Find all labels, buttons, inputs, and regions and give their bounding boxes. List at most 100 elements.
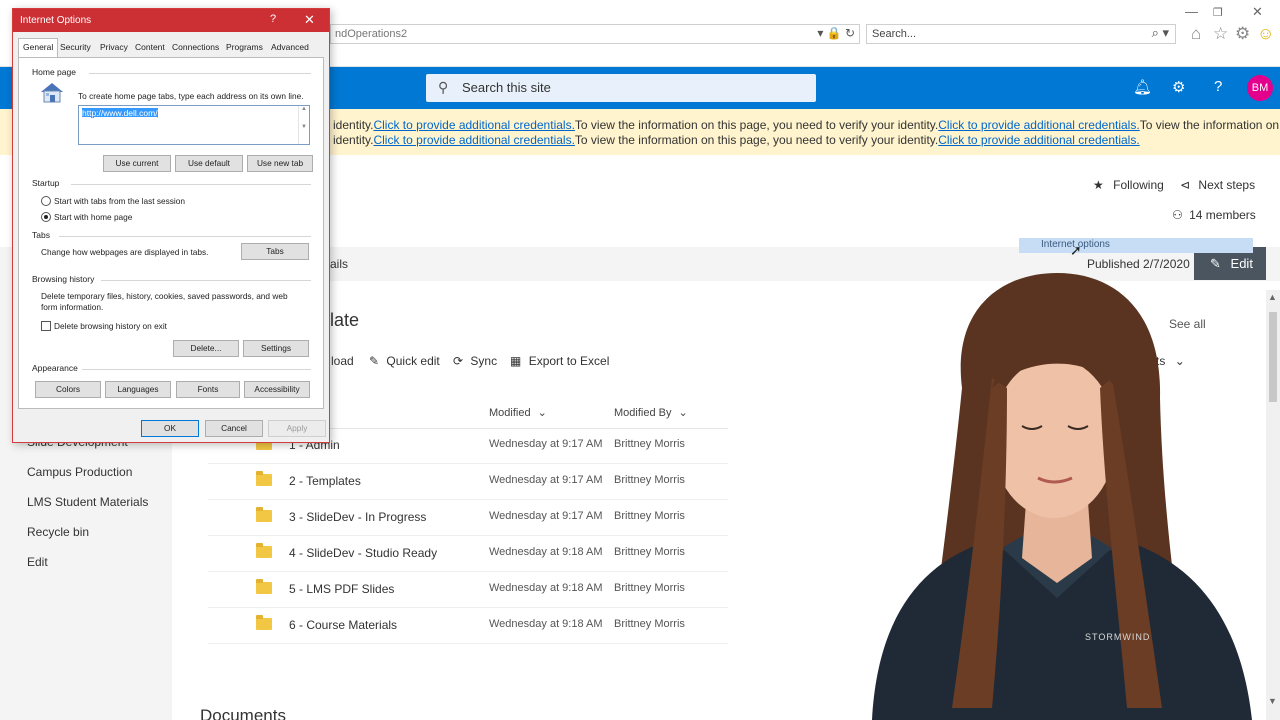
scroll-down-icon[interactable]: ▼: [1268, 696, 1277, 706]
table-row[interactable]: 2 - Templates Wednesday at 9:17 AM Brittne…: [208, 464, 728, 500]
page-scrollbar[interactable]: ▲ ▼: [1266, 290, 1280, 720]
apply-button[interactable]: Apply: [268, 420, 326, 437]
tab-advanced[interactable]: Advanced: [267, 39, 313, 57]
modified-by: Brittney Morris: [614, 438, 685, 450]
column-modified-by-label: Modified By: [614, 407, 672, 419]
upload-command[interactable]: load: [331, 354, 354, 368]
browsing-history-description: Delete temporary files, history, cookies…: [41, 291, 288, 312]
cancel-button[interactable]: Cancel: [205, 420, 263, 437]
divider: [71, 184, 311, 185]
help-icon[interactable]: ?: [270, 13, 276, 25]
column-modified[interactable]: Modified ⌄: [489, 406, 547, 419]
following-button[interactable]: ★ Following: [1093, 178, 1164, 192]
startup-home-page-radio[interactable]: [41, 212, 51, 222]
history-settings-button[interactable]: Settings: [243, 340, 309, 357]
chevron-down-icon: ⌄: [678, 407, 688, 419]
search-icon[interactable]: ⌕ ▾: [1152, 25, 1169, 41]
tab-connections[interactable]: Connections: [168, 39, 223, 57]
folder-name[interactable]: 6 - Course Materials: [289, 618, 397, 632]
person-icon: ⚇: [1172, 208, 1183, 222]
close-window-icon[interactable]: ✕: [1252, 4, 1263, 20]
folder-name[interactable]: 2 - Templates: [289, 474, 361, 488]
avatar[interactable]: BM: [1247, 75, 1273, 101]
scrollbar-thumb[interactable]: [1269, 312, 1277, 402]
home-icon[interactable]: ⌂: [1191, 24, 1201, 44]
tab-content[interactable]: Content: [131, 39, 169, 57]
general-tab-panel: Home page To create home page tabs, type…: [18, 57, 324, 409]
feedback-smiley-icon[interactable]: ☺: [1257, 24, 1274, 44]
browser-search-input[interactable]: Search... ⌕ ▾: [866, 24, 1176, 44]
use-new-tab-button[interactable]: Use new tab: [247, 155, 313, 172]
table-row[interactable]: 3 - SlideDev - In Progress Wednesday at 9…: [208, 500, 728, 536]
nav-item-lms-student-materials[interactable]: LMS Student Materials: [27, 495, 148, 509]
folder-name[interactable]: 3 - SlideDev - In Progress: [289, 510, 426, 524]
dialog-titlebar[interactable]: Internet Options ? ✕: [13, 9, 329, 32]
nav-item-edit[interactable]: Edit: [27, 555, 48, 569]
settings-gear-icon[interactable]: ⚙: [1235, 24, 1250, 44]
table-row[interactable]: 5 - LMS PDF Slides Wednesday at 9:18 AM Br…: [208, 572, 728, 608]
sync-label: Sync: [470, 354, 498, 368]
next-steps-button[interactable]: ⊲ Next steps: [1180, 178, 1255, 192]
settings-gear-icon[interactable]: ⚙: [1172, 78, 1185, 96]
tabs-heading: Tabs: [32, 230, 50, 240]
quick-edit-label: Quick edit: [386, 354, 440, 368]
folder-icon: [256, 471, 272, 486]
address-text: ndOperations2: [335, 28, 408, 40]
fonts-button[interactable]: Fonts: [176, 381, 240, 398]
favorites-star-icon[interactable]: ☆: [1213, 24, 1228, 44]
restore-icon[interactable]: ❐: [1213, 6, 1223, 19]
use-current-button[interactable]: Use current: [103, 155, 171, 172]
tab-privacy[interactable]: Privacy: [96, 39, 132, 57]
scroll-up-icon[interactable]: ▲: [1268, 292, 1277, 302]
tab-programs[interactable]: Programs: [222, 39, 267, 57]
banner-text: To view the information on this page, yo…: [574, 118, 939, 132]
startup-last-session-radio[interactable]: [41, 196, 51, 206]
minimize-icon[interactable]: —: [1185, 4, 1198, 19]
modified-by: Brittney Morris: [614, 546, 685, 558]
site-search-input[interactable]: ⚲ Search this site: [426, 74, 816, 102]
export-command[interactable]: ▦ Export to Excel: [510, 354, 609, 368]
credentials-link[interactable]: Click to provide additional credentials.: [373, 133, 574, 147]
textbox-scrollbar[interactable]: ▲ ▼: [298, 106, 309, 144]
notifications-bell-icon[interactable]: 🔔︎: [1133, 78, 1152, 96]
ok-button[interactable]: OK: [141, 420, 199, 437]
startup-last-session-label: Start with tabs from the last session: [54, 196, 185, 206]
languages-button[interactable]: Languages: [105, 381, 171, 398]
home-page-url-input[interactable]: http://www.dell.com/ ▲ ▼: [78, 105, 310, 145]
table-row[interactable]: 4 - SlideDev - Studio Ready Wednesday at …: [208, 536, 728, 572]
modified-by: Brittney Morris: [614, 510, 685, 522]
folder-name[interactable]: 4 - SlideDev - Studio Ready: [289, 546, 437, 560]
colors-button[interactable]: Colors: [35, 381, 101, 398]
members-button[interactable]: ⚇ 14 members: [1172, 208, 1256, 222]
nav-item-campus-production[interactable]: Campus Production: [27, 465, 132, 479]
nav-item-recycle-bin[interactable]: Recycle bin: [27, 525, 89, 539]
column-modified-by[interactable]: Modified By ⌄: [614, 406, 688, 419]
dialog-title: Internet Options: [20, 15, 92, 26]
tab-general[interactable]: General: [18, 38, 59, 58]
help-icon[interactable]: ?: [1214, 78, 1222, 95]
quick-edit-command[interactable]: ✎ Quick edit: [369, 354, 440, 368]
close-icon[interactable]: ✕: [304, 12, 315, 28]
table-row[interactable]: 6 - Course Materials Wednesday at 9:18 AM…: [208, 608, 728, 644]
folder-icon: [256, 615, 272, 630]
chevron-down-icon: ⌄: [537, 407, 547, 419]
tabs-description: Change how webpages are displayed in tab…: [41, 247, 209, 257]
delete-history-button[interactable]: Delete...: [173, 340, 239, 357]
address-bar[interactable]: ndOperations2 ▾ 🔒 ↻: [330, 24, 860, 44]
library-title: late: [330, 310, 360, 330]
page-details-command[interactable]: ails: [330, 257, 348, 271]
tab-security[interactable]: Security: [56, 39, 95, 57]
mouse-cursor-icon: ➚: [1070, 242, 1082, 258]
sync-command[interactable]: ⟳ Sync: [453, 354, 497, 368]
tabs-button[interactable]: Tabs: [241, 243, 309, 260]
address-controls-icon[interactable]: ▾ 🔒 ↻: [817, 26, 855, 40]
home-page-heading: Home page: [32, 67, 76, 77]
search-icon: ⚲: [438, 79, 449, 95]
credentials-link[interactable]: Click to provide additional credentials.: [938, 118, 1139, 132]
folder-name[interactable]: 5 - LMS PDF Slides: [289, 582, 394, 596]
credentials-link[interactable]: Click to provide additional credentials.: [373, 118, 574, 132]
credentials-link[interactable]: Click to provide additional credentials.: [938, 133, 1139, 147]
delete-on-exit-checkbox[interactable]: [41, 321, 51, 331]
use-default-button[interactable]: Use default: [175, 155, 243, 172]
accessibility-button[interactable]: Accessibility: [244, 381, 310, 398]
